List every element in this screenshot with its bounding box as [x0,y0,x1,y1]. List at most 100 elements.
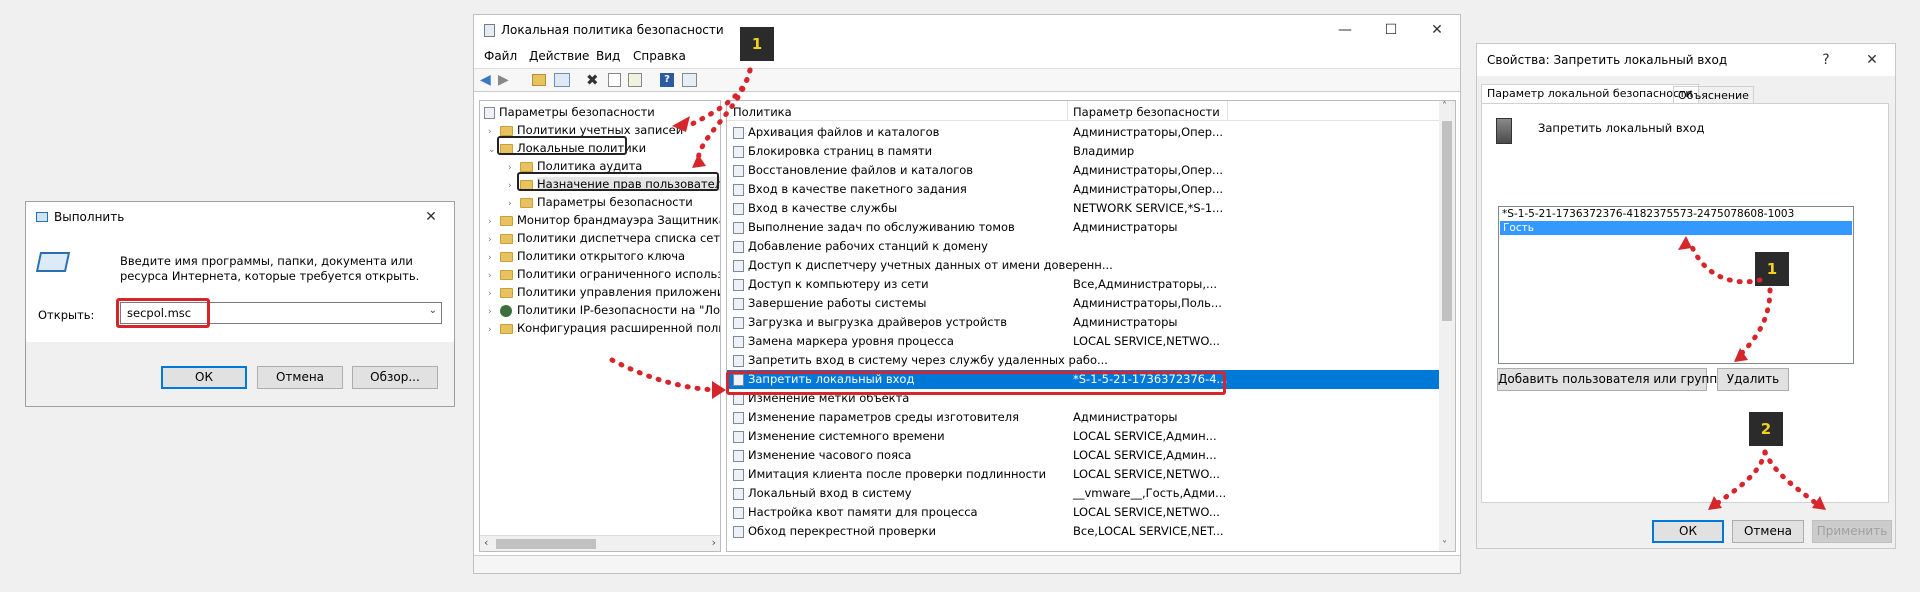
tree-item-ipsec[interactable]: › Политики IP-безопасности на "Лока [488,301,720,320]
tree-hscroll-thumb[interactable] [496,539,596,549]
ok-button[interactable]: ОК [1652,520,1724,543]
list-item-selected[interactable]: Гость [1500,221,1852,235]
server-icon [1496,118,1512,144]
table-row[interactable]: Завершение работы системы Администраторы,… [727,294,1439,313]
minimize-icon[interactable]: — [1322,22,1368,38]
column-divider[interactable] [1067,101,1068,121]
menu-view[interactable]: Вид [596,49,620,63]
table-row[interactable]: Настройка квот памяти для процесса LOCAL … [727,503,1439,522]
table-row[interactable]: Изменение системного времени LOCAL SERVIC… [727,427,1439,446]
scroll-left-icon[interactable]: ‹ [484,536,488,549]
table-row[interactable]: Доступ к компьютеру из сети Все,Администр… [727,275,1439,294]
back-icon[interactable]: ◀ [480,72,491,88]
help-icon[interactable]: ? [660,73,674,87]
table-row[interactable]: Локальный вход в систему __vmware__,Гость… [727,484,1439,503]
policy-setting: Администраторы [1073,315,1178,329]
tree-item-firewall[interactable]: › Монитор брандмауэра Защитника W [488,211,720,230]
table-row[interactable]: Изменение часового пояса LOCAL SERVICE,Ад… [727,446,1439,465]
scroll-down-icon[interactable]: ˅ [1442,540,1447,551]
menu-file[interactable]: Файл [484,49,517,63]
policy-name: Добавление рабочих станций к домену [748,239,988,253]
scroll-up-icon[interactable]: ˄ [1442,101,1447,112]
list-vscrollbar[interactable]: ˄ ˅ [1439,101,1455,551]
tree-item-security-settings[interactable]: Параметры безопасности [484,103,655,122]
run-app-icon [36,212,48,222]
list-vscroll-thumb[interactable] [1442,121,1452,321]
tab-local-setting[interactable]: Параметр локальной безопасности [1481,84,1699,104]
table-row[interactable]: Архивация файлов и каталогов Администрато… [727,123,1439,142]
add-user-button[interactable]: Добавить пользователя или группу... [1497,368,1736,391]
folder-icon [500,233,513,244]
remove-button[interactable]: Удалить [1717,368,1789,391]
folder-icon [520,197,533,208]
tree-item-public-key[interactable]: › Политики открытого ключа [488,247,685,266]
ipsec-icon [500,304,512,317]
table-row[interactable]: Обход перекрестной проверки Все,LOCAL SER… [727,522,1439,541]
folder-icon [520,161,533,172]
policy-name: Изменение часового пояса [748,448,912,462]
console-icon[interactable] [682,73,697,87]
table-row[interactable]: Добавление рабочих станций к домену [727,237,1439,256]
properties-icon[interactable] [608,73,621,87]
tree-item-security-options[interactable]: › Параметры безопасности [508,193,693,212]
tab-explain[interactable]: Объяснение [1673,86,1754,104]
table-row[interactable]: Восстановление файлов и каталогов Админис… [727,161,1439,180]
scroll-right-icon[interactable]: › [712,536,716,549]
policy-name: Архивация файлов и каталогов [748,125,940,139]
tree-hscrollbar[interactable]: ‹ › [480,535,720,551]
policy-setting: Администраторы,Опер... [1073,163,1224,177]
up-folder-icon[interactable] [532,74,546,86]
table-row[interactable]: Запретить вход в систему через службу уд… [727,351,1439,370]
local-policies-highlight [497,136,627,155]
statusbar [474,555,1460,573]
maximize-icon[interactable]: ☐ [1368,22,1414,38]
table-row[interactable]: Имитация клиента после проверки подлинно… [727,465,1439,484]
tree-item-applocker[interactable]: › Политики управления приложения [488,283,720,302]
table-row[interactable]: Изменение параметров среды изготовителя А… [727,408,1439,427]
table-row[interactable]: Загрузка и выгрузка драйверов устройств А… [727,313,1439,332]
column-setting[interactable]: Параметр безопасности [1073,105,1220,119]
close-icon[interactable]: ✕ [408,209,454,225]
menubar: Файл Действие Вид Справка [474,46,1460,66]
delete-icon[interactable]: ✖ [586,71,599,89]
menu-help[interactable]: Справка [633,49,686,63]
help-icon[interactable]: ? [1803,52,1849,68]
policy-icon [733,221,744,234]
table-row[interactable]: Замена маркера уровня процесса LOCAL SERV… [727,332,1439,351]
cancel-button[interactable]: Отмена [257,366,343,389]
policy-icon [733,297,744,310]
column-divider-2[interactable] [1227,101,1228,121]
table-row[interactable]: Доступ к диспетчеру учетных данных от им… [727,256,1439,275]
browse-button[interactable]: Обзор... [352,366,438,389]
column-policy[interactable]: Политика [733,105,792,119]
close-icon[interactable]: ✕ [1849,52,1895,68]
step-badge-2: 2 [1749,412,1783,446]
chevron-down-icon[interactable]: ⌄ [429,305,437,316]
apply-button[interactable]: Применить [1812,520,1892,543]
table-row[interactable]: Блокировка страниц в памяти Владимир [727,142,1439,161]
cancel-button[interactable]: Отмена [1732,520,1804,543]
run-big-icon [35,252,71,272]
close-icon[interactable]: ✕ [1414,22,1460,38]
table-row[interactable]: Выполнение задач по обслуживанию томов Ад… [727,218,1439,237]
ok-button[interactable]: ОК [161,366,247,389]
members-list[interactable]: *S-1-5-21-1736372376-4182375573-24750786… [1498,206,1854,364]
policy-setting: LOCAL SERVICE,NETWO... [1073,505,1220,519]
table-row[interactable]: Вход в качестве пакетного задания Админис… [727,180,1439,199]
export-icon[interactable] [628,73,642,87]
list-item[interactable]: *S-1-5-21-1736372376-4182375573-24750786… [1499,207,1853,221]
policy-name: Изменение параметров среды изготовителя [748,410,1019,424]
policy-icon [733,259,744,272]
tree-item-software-restriction[interactable]: › Политики ограниченного использо [488,265,720,284]
show-tree-icon[interactable] [554,73,570,87]
folder-icon [500,125,513,136]
policy-setting: LOCAL SERVICE,Админ... [1073,429,1217,443]
table-row[interactable]: Вход в качестве службы NETWORK SERVICE,*S… [727,199,1439,218]
tree-item-advanced-audit[interactable]: › Конфигурация расширенной полит [488,319,720,340]
menu-action[interactable]: Действие [529,49,589,63]
policy-icon [733,335,744,348]
forward-icon[interactable]: ▶ [498,72,509,88]
tree-item-network-list[interactable]: › Политики диспетчера списка сетей [488,229,720,248]
chevron-right-icon[interactable]: › [488,321,500,340]
list-pane: Политика ^ Параметр безопасности Архивац… [726,100,1456,552]
